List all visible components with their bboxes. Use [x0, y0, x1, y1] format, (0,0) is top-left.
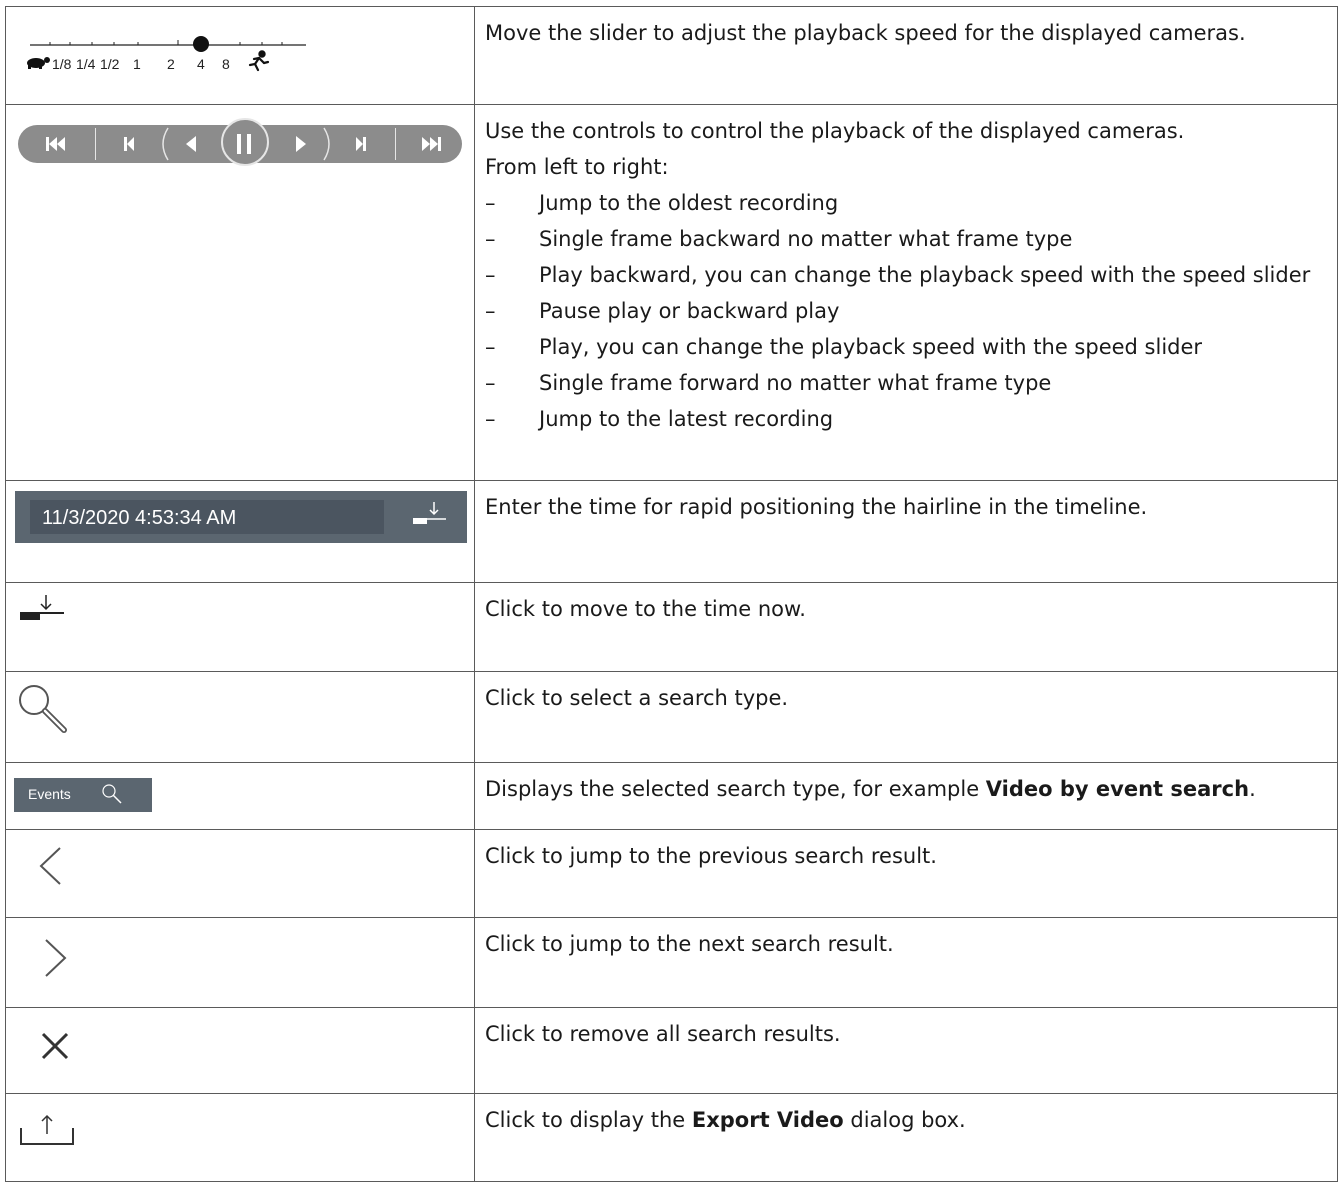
table-row: 1/8 1/4 1/2 1 2 4 8 Move the slider to a… [5, 6, 1338, 105]
description-text: Move the slider to adjust the playback s… [485, 21, 1246, 45]
speed-label-1-8: 1/8 [52, 56, 72, 72]
icon-description-table: 1/8 1/4 1/2 1 2 4 8 Move the slider to a… [5, 6, 1338, 1182]
turtle-icon [27, 57, 50, 69]
description-text: Click to display the Export Video dialog… [485, 1108, 966, 1132]
description-cell: Click to remove all search results. [474, 1007, 1338, 1094]
description-cell: Use the controls to control the playback… [474, 104, 1338, 481]
table-row: Click to move to the time now. [5, 582, 1338, 672]
description-text: Click to move to the time now. [485, 597, 806, 621]
description-cell: Click to jump to the next search result. [474, 917, 1338, 1008]
icon-cell [5, 829, 475, 918]
list-item: – Pause play or backward play [485, 299, 840, 323]
runner-icon [248, 50, 270, 72]
slider-thumb [193, 36, 209, 52]
playback-controls-cell [5, 104, 475, 481]
speed-label-2: 2 [167, 56, 175, 72]
table-row: Click to select a search type. [5, 671, 1338, 763]
table-row: Click to remove all search results. [5, 1007, 1338, 1094]
description-text: Click to remove all search results. [485, 1022, 841, 1046]
speed-slider[interactable]: 1/8 1/4 1/2 1 2 4 8 [6, 7, 474, 105]
table-row: 11/3/2020 4:53:34 AM Enter the time for … [5, 480, 1338, 583]
list-item: – Play, you can change the playback speed… [485, 335, 1203, 359]
table-row: Events Displays the selected search type… [5, 762, 1338, 830]
speed-label-1-4: 1/4 [76, 56, 96, 72]
move-to-now-icon[interactable] [6, 481, 474, 551]
search-icon [102, 784, 122, 804]
speed-label-4: 4 [197, 56, 205, 72]
icon-cell [5, 582, 475, 672]
chevron-right-icon [45, 939, 67, 977]
skip-to-end-icon [422, 137, 441, 151]
description-cell: Move the slider to adjust the playback s… [474, 6, 1338, 105]
description-text: Click to select a search type. [485, 686, 789, 710]
export-icon [20, 1114, 74, 1145]
description-cell: Click to display the Export Video dialog… [474, 1093, 1338, 1182]
description-text: Displays the selected search type, for e… [485, 777, 1256, 801]
table-row: Click to jump to the next search result. [5, 917, 1338, 1008]
chevron-left-icon [39, 847, 61, 885]
speed-slider-cell: 1/8 1/4 1/2 1 2 4 8 [5, 6, 475, 105]
list-item: – Single frame forward no matter what fra… [485, 371, 1052, 395]
description-text: Click to jump to the next search result. [485, 932, 894, 956]
speed-label-1: 1 [133, 56, 141, 72]
time-field-cell: 11/3/2020 4:53:34 AM [5, 480, 475, 583]
icon-cell [5, 1093, 475, 1182]
description-cell: Displays the selected search type, for e… [474, 762, 1338, 830]
close-icon [41, 1032, 69, 1060]
description-cell: Click to jump to the previous search res… [474, 829, 1338, 918]
list-item: – Jump to the oldest recording [485, 191, 839, 215]
list-item: – Play backward, you can change the playb… [485, 263, 1311, 287]
icon-cell [5, 1007, 475, 1094]
events-cell: Events [5, 762, 475, 830]
icon-cell [5, 917, 475, 1008]
speed-label-1-2: 1/2 [100, 56, 120, 72]
description-cell: Click to move to the time now. [474, 582, 1338, 672]
description-text: Use the controls to control the playback… [485, 119, 1185, 143]
table-row: Click to display the Export Video dialog… [5, 1093, 1338, 1182]
description-cell: Enter the time for rapid positioning the… [474, 480, 1338, 583]
speed-label-8: 8 [222, 56, 230, 72]
list-item: – Single frame backward no matter what fr… [485, 227, 1073, 251]
description-text: Enter the time for rapid positioning the… [485, 495, 1148, 519]
table-row: Click to jump to the previous search res… [5, 829, 1338, 918]
move-to-now-icon [20, 595, 64, 620]
description-cell: Click to select a search type. [474, 671, 1338, 763]
icon-cell [5, 671, 475, 763]
description-text: Click to jump to the previous search res… [485, 844, 937, 868]
jump-latest-button[interactable] [6, 105, 474, 185]
search-icon [19, 685, 67, 733]
table-row: Use the controls to control the playback… [5, 104, 1338, 481]
list-item: – Jump to the latest recording [485, 407, 834, 431]
description-subtext: From left to right: [485, 155, 669, 179]
